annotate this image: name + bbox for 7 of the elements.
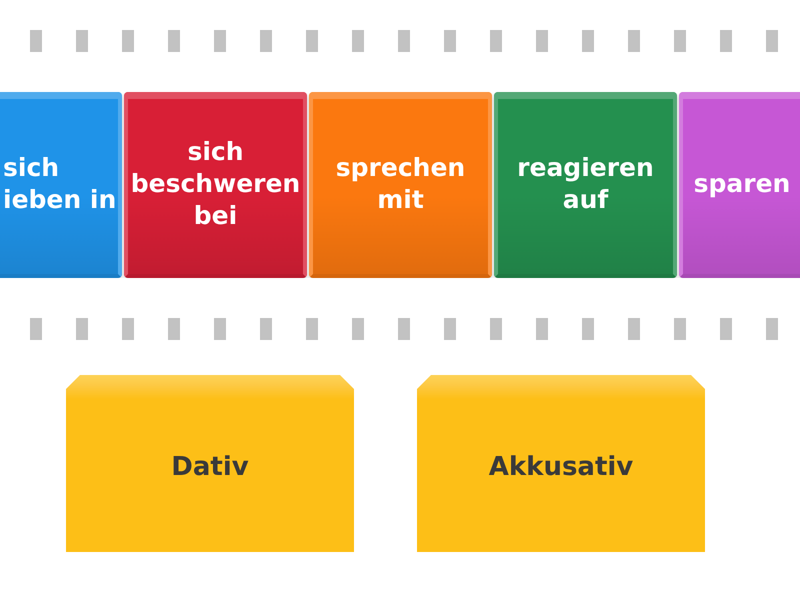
word-card[interactable]: sparen: [679, 92, 800, 278]
word-card[interactable]: sich ieben in: [0, 92, 122, 278]
word-card[interactable]: sich beschweren bei: [124, 92, 307, 278]
word-card[interactable]: reagieren auf: [494, 92, 677, 278]
category-box: Dativ: [66, 375, 354, 552]
word-card[interactable]: sprechen mit: [309, 92, 492, 278]
category-box: Akkusativ: [417, 375, 705, 552]
